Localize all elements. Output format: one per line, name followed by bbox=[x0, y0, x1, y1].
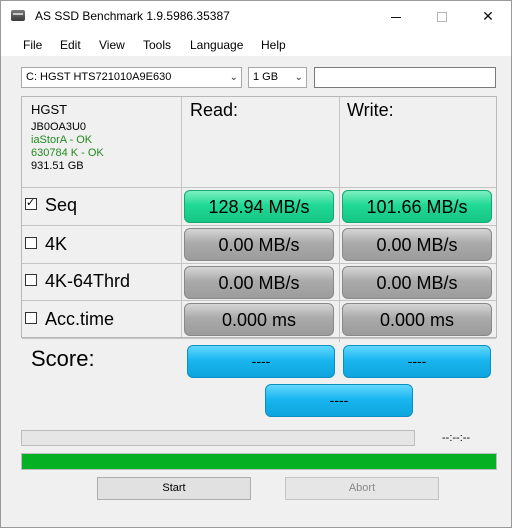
drive-info: HGST JB0OA3U0 iaStorA - OK 630784 K - OK… bbox=[31, 102, 104, 173]
4k-checkbox-row[interactable]: 4K bbox=[25, 234, 67, 255]
row-divider bbox=[22, 187, 496, 188]
minimize-button[interactable] bbox=[373, 1, 419, 31]
overall-progress-bar bbox=[21, 453, 497, 470]
menu-tools[interactable]: Tools bbox=[143, 38, 171, 52]
drive-firmware: JB0OA3U0 bbox=[31, 121, 87, 133]
elapsed-time: --:--:-- bbox=[442, 432, 471, 444]
menu-bar: File Edit View Tools Language Help bbox=[1, 31, 511, 57]
4k-write-value: 0.00 MB/s bbox=[342, 228, 492, 261]
maximize-button bbox=[419, 1, 465, 31]
maximize-icon bbox=[437, 12, 447, 23]
acctime-read-value: 0.000 ms bbox=[184, 303, 334, 336]
seq-checkbox[interactable] bbox=[25, 196, 37, 210]
column-divider bbox=[181, 97, 182, 337]
close-button[interactable]: ✕ bbox=[465, 1, 511, 31]
acctime-label: Acc.time bbox=[45, 309, 115, 329]
menu-help[interactable]: Help bbox=[261, 38, 286, 52]
size-select[interactable]: 1 GB ⌄ bbox=[248, 67, 307, 88]
drive-driver-status: iaStorA - OK bbox=[31, 134, 93, 146]
score-label: Score: bbox=[31, 346, 95, 371]
abort-button: Abort bbox=[285, 477, 439, 500]
row-divider bbox=[22, 300, 496, 301]
close-icon: ✕ bbox=[482, 8, 494, 24]
4k64-write-value: 0.00 MB/s bbox=[342, 266, 492, 299]
score-write-value: ---- bbox=[343, 345, 491, 378]
drive-select-value: C: HGST HTS721010A9E630 bbox=[26, 71, 172, 83]
4k-read-value: 0.00 MB/s bbox=[184, 228, 334, 261]
window-title: AS SSD Benchmark 1.9.5986.35387 bbox=[35, 9, 230, 23]
4k-label: 4K bbox=[45, 234, 68, 254]
seq-write-value: 101.66 MB/s bbox=[342, 190, 492, 223]
score-read-value: ---- bbox=[187, 345, 335, 378]
row-divider bbox=[22, 338, 496, 339]
menu-file[interactable]: File bbox=[23, 38, 42, 52]
drive-select[interactable]: C: HGST HTS721010A9E630 ⌄ bbox=[21, 67, 242, 88]
write-header: Write: bbox=[347, 100, 394, 120]
4k64-checkbox[interactable] bbox=[25, 274, 37, 286]
menu-edit[interactable]: Edit bbox=[60, 38, 81, 52]
size-select-value: 1 GB bbox=[253, 71, 279, 83]
4k64-checkbox-row[interactable]: 4K-64Thrd bbox=[25, 271, 130, 292]
drive-alignment-status: 630784 K - OK bbox=[31, 147, 104, 159]
column-divider bbox=[339, 97, 340, 342]
test-progress-bar bbox=[21, 430, 415, 446]
drive-app-icon bbox=[11, 10, 25, 21]
drive-capacity: 931.51 GB bbox=[31, 160, 84, 172]
minimize-icon bbox=[391, 16, 401, 18]
seq-label: Seq bbox=[45, 195, 78, 215]
4k-checkbox[interactable] bbox=[25, 237, 37, 249]
acctime-checkbox-row[interactable]: Acc.time bbox=[25, 309, 114, 330]
seq-checkbox-row[interactable]: Seq bbox=[25, 195, 77, 216]
drive-vendor: HGST bbox=[31, 102, 68, 117]
start-button[interactable]: Start bbox=[97, 477, 251, 500]
4k64-read-value: 0.00 MB/s bbox=[184, 266, 334, 299]
title-bar[interactable]: AS SSD Benchmark 1.9.5986.35387 ✕ bbox=[1, 1, 511, 31]
acctime-checkbox[interactable] bbox=[25, 312, 37, 324]
row-divider bbox=[22, 263, 496, 264]
chevron-down-icon: ⌄ bbox=[229, 72, 238, 83]
read-header: Read: bbox=[190, 100, 239, 120]
menu-view[interactable]: View bbox=[99, 38, 125, 52]
seq-read-value: 128.94 MB/s bbox=[184, 190, 334, 223]
text-field[interactable] bbox=[314, 67, 496, 88]
app-window: AS SSD Benchmark 1.9.5986.35387 ✕ File E… bbox=[0, 0, 512, 528]
score-total-value: ---- bbox=[265, 384, 413, 417]
chevron-down-icon: ⌄ bbox=[294, 72, 303, 83]
row-divider bbox=[22, 225, 496, 226]
menu-language[interactable]: Language bbox=[190, 38, 243, 52]
4k64-label: 4K-64Thrd bbox=[45, 271, 131, 291]
acctime-write-value: 0.000 ms bbox=[342, 303, 492, 336]
